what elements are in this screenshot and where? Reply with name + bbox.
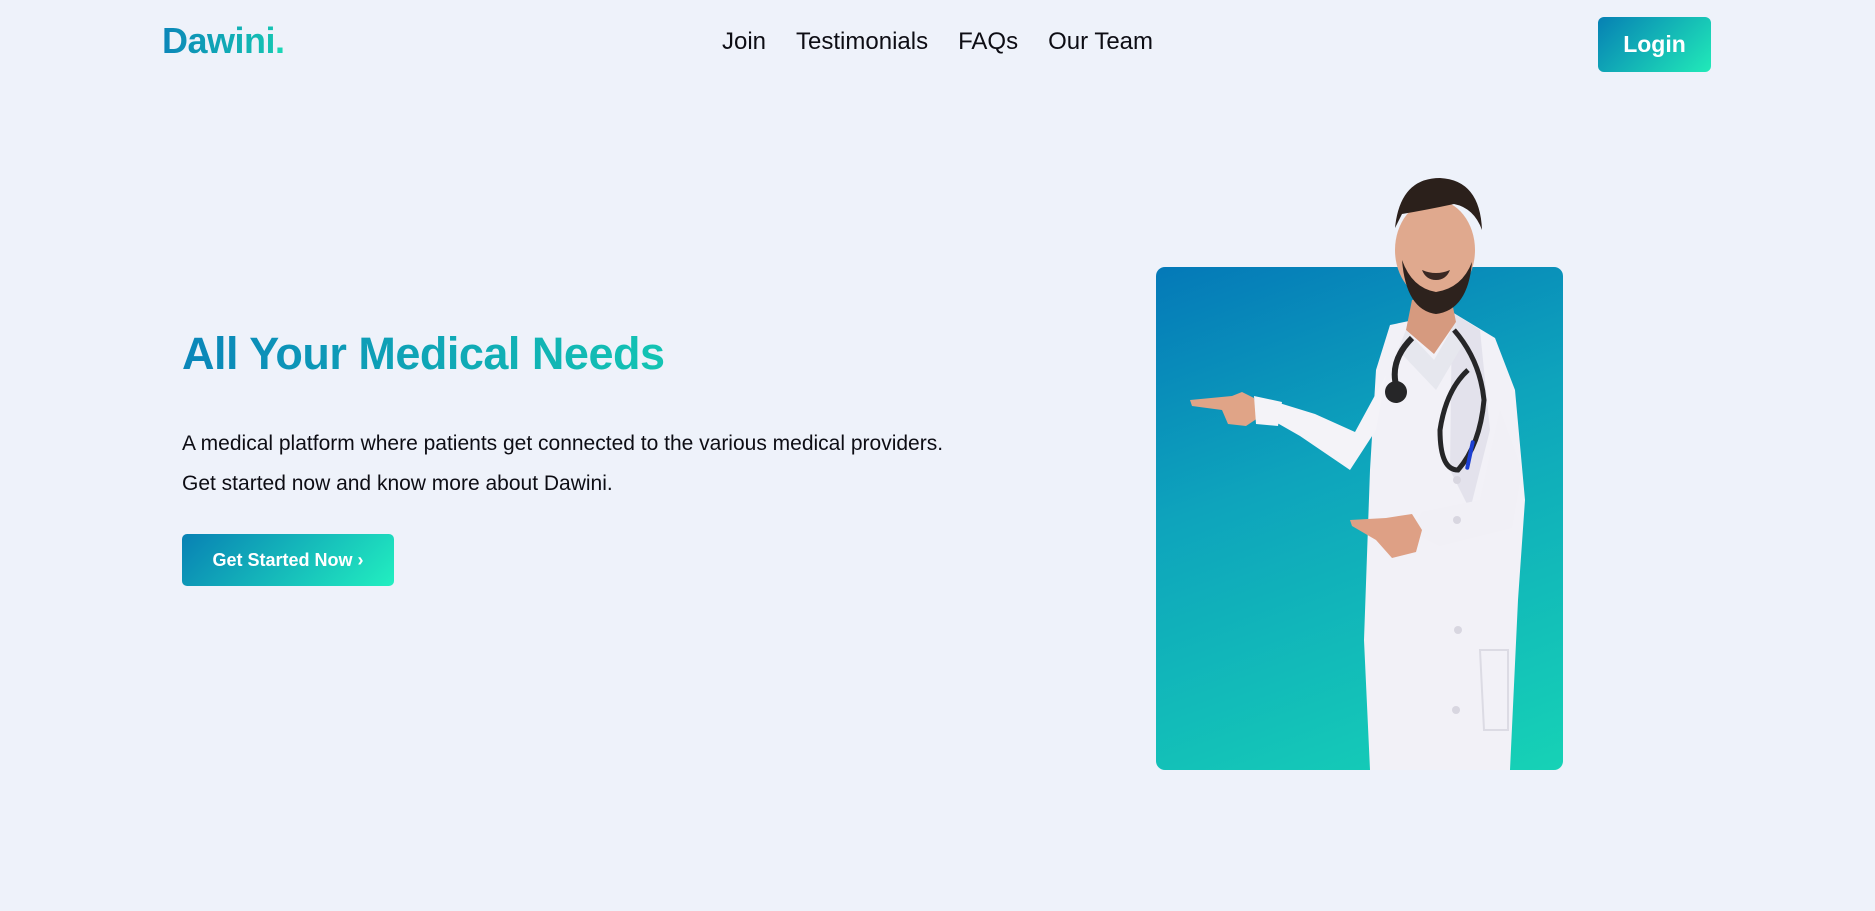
hero-description: A medical platform where patients get co…	[182, 424, 1062, 504]
brand-dot: .	[275, 20, 285, 61]
hero-description-line-1: A medical platform where patients get co…	[182, 432, 944, 455]
hero-description-line-2: Get started now and know more about Dawi…	[182, 472, 613, 495]
nav-link-faqs[interactable]: FAQs	[958, 28, 1018, 55]
nav-item-join: Join	[722, 28, 766, 56]
nav-item-testimonials: Testimonials	[796, 28, 928, 56]
nav-link-testimonials[interactable]: Testimonials	[796, 28, 928, 55]
navbar: Dawini. Join Testimonials FAQs Our Team …	[0, 0, 1875, 88]
nav-item-our-team: Our Team	[1048, 28, 1153, 56]
nav-links: Join Testimonials FAQs Our Team	[722, 28, 1153, 56]
login-button[interactable]: Login	[1598, 17, 1711, 72]
hero-image	[1150, 170, 1630, 770]
brand-name: Dawini	[162, 20, 276, 61]
nav-link-join[interactable]: Join	[722, 28, 766, 55]
hero-title: All Your Medical Needs	[182, 328, 665, 379]
brand-logo[interactable]: Dawini.	[162, 20, 285, 62]
get-started-button[interactable]: Get Started Now ›	[182, 534, 394, 586]
nav-link-our-team[interactable]: Our Team	[1048, 28, 1153, 55]
nav-item-faqs: FAQs	[958, 28, 1018, 56]
doctor-illustration	[1190, 178, 1525, 770]
